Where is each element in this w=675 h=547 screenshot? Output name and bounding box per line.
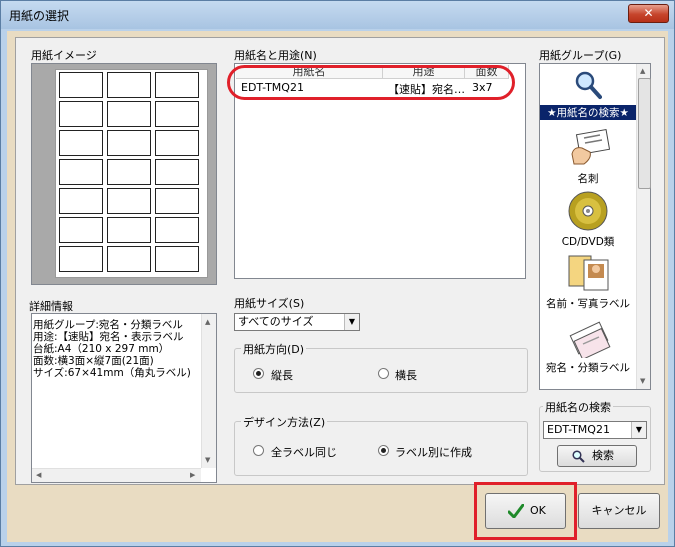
- photo-label-icon: [568, 255, 609, 291]
- label-cell: [59, 217, 103, 243]
- paper-sheet: [55, 69, 208, 278]
- orientation-label: 用紙方向(D): [241, 341, 307, 357]
- orientation-landscape-radio[interactable]: [378, 368, 389, 379]
- orientation-group: 用紙方向(D) 縦長 横長: [234, 341, 528, 393]
- search-button[interactable]: 検索: [557, 445, 637, 467]
- scroll-up-icon[interactable]: ▲: [205, 318, 210, 326]
- window-title: 用紙の選択: [9, 9, 70, 23]
- details-label: 詳細情報: [27, 298, 75, 314]
- design-each-radio[interactable]: [378, 445, 389, 456]
- label-cell: [107, 159, 151, 185]
- magnifier-icon: [575, 71, 602, 99]
- cd-icon: [568, 191, 608, 231]
- label-cell: [107, 217, 151, 243]
- label-cell: [155, 101, 199, 127]
- details-box: 用紙グループ:宛名・分類ラベル 用途:【速貼】宛名・表示ラベル 台紙:A4（21…: [31, 313, 217, 483]
- search-label: 用紙名の検索: [543, 399, 613, 415]
- scroll-right-icon[interactable]: ▶: [190, 471, 195, 479]
- search-combo[interactable]: EDT-TMQ21 ▼: [543, 421, 647, 439]
- paper-group-label: 用紙グループ(G): [539, 49, 622, 62]
- paper-image-label: 用紙イメージ: [31, 49, 97, 62]
- design-same-label[interactable]: 全ラベル同じ: [271, 444, 337, 460]
- scroll-down-icon[interactable]: ▼: [205, 456, 210, 464]
- paper-preview: [31, 63, 217, 285]
- group-item-business-card-label: 名刺: [577, 173, 599, 185]
- label-cell: [59, 246, 103, 272]
- design-group: デザイン方法(Z) 全ラベル同じ ラベル別に作成: [234, 414, 528, 476]
- detail-line: サイズ:67×41mm（角丸ラベル): [33, 367, 191, 379]
- group-item-address-label-label: 宛名・分類ラベル: [546, 362, 630, 374]
- label-cell: [155, 130, 199, 156]
- column-header-name[interactable]: 用紙名: [236, 65, 383, 79]
- label-cell: [107, 72, 151, 98]
- orientation-portrait-radio[interactable]: [253, 368, 264, 379]
- scroll-up-icon[interactable]: ▲: [640, 67, 645, 75]
- design-same-radio[interactable]: [253, 445, 264, 456]
- close-button[interactable]: ✕: [628, 4, 669, 23]
- group-scroll-thumb[interactable]: [638, 78, 651, 189]
- label-cell: [107, 246, 151, 272]
- label-cell: [59, 72, 103, 98]
- search-group: 用紙名の検索 EDT-TMQ21 ▼ 検索: [539, 399, 651, 472]
- checkmark-icon: [508, 504, 524, 518]
- dialog-client: 用紙イメージ 詳細情報 用紙グループ:宛名・分類ラベル 用途:【速貼】宛名・表示…: [7, 31, 668, 542]
- label-cell: [155, 217, 199, 243]
- label-cell: [59, 159, 103, 185]
- title-bar[interactable]: 用紙の選択 ✕: [1, 1, 674, 29]
- group-item-photo-label[interactable]: 名前・写真ラベル: [540, 250, 636, 312]
- label-cell: [107, 101, 151, 127]
- group-item-photo-label-label: 名前・写真ラベル: [546, 298, 630, 310]
- chevron-down-icon[interactable]: ▼: [631, 422, 646, 438]
- row-faces: 3x7: [472, 81, 493, 94]
- table-row[interactable]: EDT-TMQ21 【速貼】宛名… 3x7: [236, 80, 524, 96]
- ok-button-label: OK: [530, 504, 546, 517]
- details-hscrollbar[interactable]: ◀ ▶: [32, 468, 201, 482]
- label-cell: [59, 101, 103, 127]
- label-cell: [155, 188, 199, 214]
- label-cell: [155, 246, 199, 272]
- paper-size-label: 用紙サイズ(S): [234, 297, 305, 310]
- cancel-button[interactable]: キャンセル: [578, 493, 660, 529]
- orientation-portrait-label[interactable]: 縦長: [271, 367, 293, 383]
- group-item-cd-label: CD/DVD類: [561, 236, 615, 248]
- label-cell: [107, 188, 151, 214]
- group-vscrollbar[interactable]: ▲ ▼: [636, 64, 651, 389]
- column-header-faces[interactable]: 面数: [465, 65, 509, 79]
- paper-list-label: 用紙名と用途(N): [234, 49, 317, 62]
- group-item-cd[interactable]: CD/DVD類: [540, 188, 636, 248]
- design-label: デザイン方法(Z): [241, 414, 328, 430]
- label-cell: [155, 72, 199, 98]
- column-header-usage[interactable]: 用途: [383, 65, 465, 79]
- label-cell: [59, 188, 103, 214]
- chevron-down-icon[interactable]: ▼: [344, 314, 359, 330]
- group-item-search[interactable]: ★用紙名の検索★: [540, 66, 636, 124]
- row-name: EDT-TMQ21: [241, 81, 304, 94]
- orientation-landscape-label[interactable]: 横長: [395, 367, 417, 383]
- dialog-window: 用紙の選択 ✕ 用紙イメージ 詳細情報 用紙グループ:宛名・分類ラベル 用途:【…: [0, 0, 675, 547]
- ok-button[interactable]: OK: [485, 493, 566, 529]
- business-card-icon: [571, 128, 610, 165]
- label-cell: [107, 130, 151, 156]
- search-icon: [572, 450, 585, 463]
- cancel-button-label: キャンセル: [591, 504, 647, 517]
- group-item-address-label[interactable]: 宛名・分類ラベル: [540, 314, 636, 376]
- paper-list[interactable]: 用紙名 用途 面数 EDT-TMQ21 【速貼】宛名… 3x7: [234, 63, 526, 279]
- search-value: EDT-TMQ21: [547, 423, 610, 436]
- label-cell: [155, 159, 199, 185]
- paper-size-select[interactable]: すべてのサイズ ▼: [234, 313, 360, 331]
- design-each-label[interactable]: ラベル別に作成: [395, 444, 472, 460]
- row-usage: 【速貼】宛名…: [388, 83, 465, 96]
- scroll-down-icon[interactable]: ▼: [640, 377, 645, 385]
- paper-size-value: すべてのサイズ: [238, 315, 314, 328]
- close-icon: ✕: [643, 6, 654, 20]
- address-label-icon: [569, 321, 611, 358]
- details-vscrollbar[interactable]: ▲ ▼: [201, 314, 216, 468]
- scroll-left-icon[interactable]: ◀: [36, 471, 41, 479]
- paper-group-list[interactable]: ★用紙名の検索★ 名刺 CD/DVD類 名前・写真ラベル 宛名・分類ラベル ▲ …: [539, 63, 651, 390]
- group-item-search-label: ★用紙名の検索★: [540, 105, 636, 120]
- main-panel: 用紙イメージ 詳細情報 用紙グループ:宛名・分類ラベル 用途:【速貼】宛名・表示…: [15, 37, 665, 485]
- group-item-business-card[interactable]: 名刺: [540, 126, 636, 186]
- search-button-label: 検索: [592, 449, 614, 462]
- label-cell: [59, 130, 103, 156]
